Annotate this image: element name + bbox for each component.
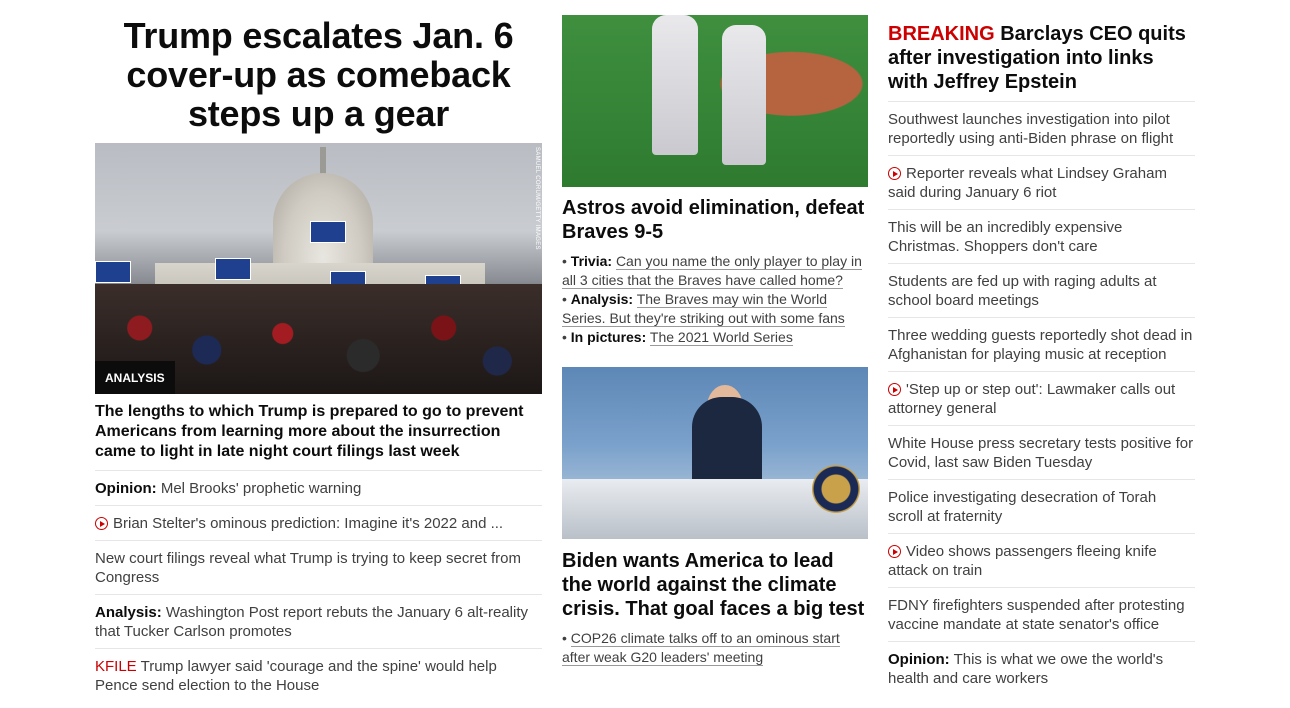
headline-item[interactable]: This will be an incredibly expensive Chr… — [888, 210, 1195, 264]
presidential-seal-icon — [812, 465, 860, 513]
play-video-icon — [95, 517, 108, 530]
item-prefix: Opinion: — [95, 480, 157, 497]
item-text: Trump lawyer said 'courage and the spine… — [95, 658, 497, 694]
astros-headline[interactable]: Astros avoid elimination, defeat Braves … — [562, 196, 868, 244]
astros-bullet[interactable]: • Analysis: The Braves may win the World… — [562, 290, 868, 328]
lead-column: Trump escalates Jan. 6 cover-up as comeb… — [95, 0, 542, 702]
play-video-icon — [888, 383, 901, 396]
lead-related-item[interactable]: Opinion: Mel Brooks' prophetic warning — [95, 471, 542, 506]
item-text: Video shows passengers fleeing knife att… — [888, 543, 1157, 579]
bullet-text: The 2021 World Series — [649, 329, 793, 346]
astros-bullet[interactable]: • In pictures: The 2021 World Series — [562, 328, 868, 347]
lead-related-item[interactable]: KFILE Trump lawyer said 'courage and the… — [95, 649, 542, 702]
lead-related-item[interactable]: New court filings reveal what Trump is t… — [95, 541, 542, 595]
middle-column: Astros avoid elimination, defeat Braves … — [562, 0, 868, 667]
item-text: Brian Stelter's ominous prediction: Imag… — [113, 515, 504, 532]
capitol-riot-photo[interactable]: SAMUEL CORUM/GETTY IMAGES ANALYSIS — [95, 143, 542, 394]
astros-bullet[interactable]: • Trivia: Can you name the only player t… — [562, 252, 868, 290]
lead-summary[interactable]: The lengths to which Trump is prepared t… — [95, 402, 542, 471]
item-text: Police investigating desecration of Tora… — [888, 489, 1157, 525]
kfile-label: KFILE — [95, 658, 137, 675]
flag — [215, 258, 251, 280]
bullet-label: Trivia: — [570, 253, 613, 269]
item-text: Mel Brooks' prophetic warning — [160, 480, 362, 497]
item-text: This will be an incredibly expensive Chr… — [888, 219, 1123, 255]
headline-item[interactable]: FDNY firefighters suspended after protes… — [888, 588, 1195, 642]
item-prefix: Analysis: — [95, 604, 162, 621]
lead-related-item[interactable]: Brian Stelter's ominous prediction: Imag… — [95, 506, 542, 541]
item-text: White House press secretary tests positi… — [888, 435, 1194, 471]
breaking-label: BREAKING — [888, 23, 995, 45]
headline-item[interactable]: Three wedding guests reportedly shot dea… — [888, 318, 1195, 372]
lead-related-list: Opinion: Mel Brooks' prophetic warning B… — [95, 471, 542, 702]
astros-photo[interactable] — [562, 15, 868, 187]
item-text: 'Step up or step out': Lawmaker calls ou… — [888, 381, 1176, 417]
climate-headline[interactable]: Biden wants America to lead the world ag… — [562, 549, 868, 621]
lead-related-item[interactable]: Analysis: Washington Post report rebuts … — [95, 595, 542, 649]
analysis-badge: ANALYSIS — [95, 361, 175, 394]
player-figure — [652, 15, 698, 155]
flag — [310, 221, 346, 243]
headline-item[interactable]: Police investigating desecration of Tora… — [888, 480, 1195, 534]
item-text: Students are fed up with raging adults a… — [888, 273, 1157, 309]
astros-bullet-list: • Trivia: Can you name the only player t… — [562, 252, 868, 347]
headline-item[interactable]: Southwest launches investigation into pi… — [888, 102, 1195, 156]
photo-credit: SAMUEL CORUM/GETTY IMAGES — [534, 147, 540, 250]
play-video-icon — [888, 545, 901, 558]
flag — [95, 261, 131, 283]
bullet-text: COP26 climate talks off to an ominous st… — [562, 630, 840, 666]
headline-item[interactable]: Opinion: This is what we owe the world's… — [888, 642, 1195, 695]
breaking-headline[interactable]: BREAKING Barclays CEO quits after invest… — [888, 22, 1195, 102]
item-text: FDNY firefighters suspended after protes… — [888, 597, 1185, 633]
lead-headline[interactable]: Trump escalates Jan. 6 cover-up as comeb… — [95, 16, 542, 133]
bullet-label: Analysis: — [570, 291, 634, 307]
item-text: Three wedding guests reportedly shot dea… — [888, 327, 1193, 363]
headline-item[interactable]: Reporter reveals what Lindsey Graham sai… — [888, 156, 1195, 210]
headline-item[interactable]: Students are fed up with raging adults a… — [888, 264, 1195, 318]
player-figure — [722, 25, 766, 165]
right-column: BREAKING Barclays CEO quits after invest… — [888, 0, 1195, 695]
item-text: Reporter reveals what Lindsey Graham sai… — [888, 165, 1167, 201]
bullet-label: In pictures: — [570, 329, 647, 345]
headline-item[interactable]: Video shows passengers fleeing knife att… — [888, 534, 1195, 588]
headline-item[interactable]: 'Step up or step out': Lawmaker calls ou… — [888, 372, 1195, 426]
headline-item[interactable]: White House press secretary tests positi… — [888, 426, 1195, 480]
item-text: Southwest launches investigation into pi… — [888, 111, 1174, 147]
biden-photo[interactable] — [562, 367, 868, 539]
item-prefix: Opinion: — [888, 651, 950, 668]
item-text: New court filings reveal what Trump is t… — [95, 550, 521, 586]
climate-bullet[interactable]: • COP26 climate talks off to an ominous … — [562, 629, 868, 667]
play-video-icon — [888, 167, 901, 180]
right-headline-list: Southwest launches investigation into pi… — [888, 102, 1195, 695]
